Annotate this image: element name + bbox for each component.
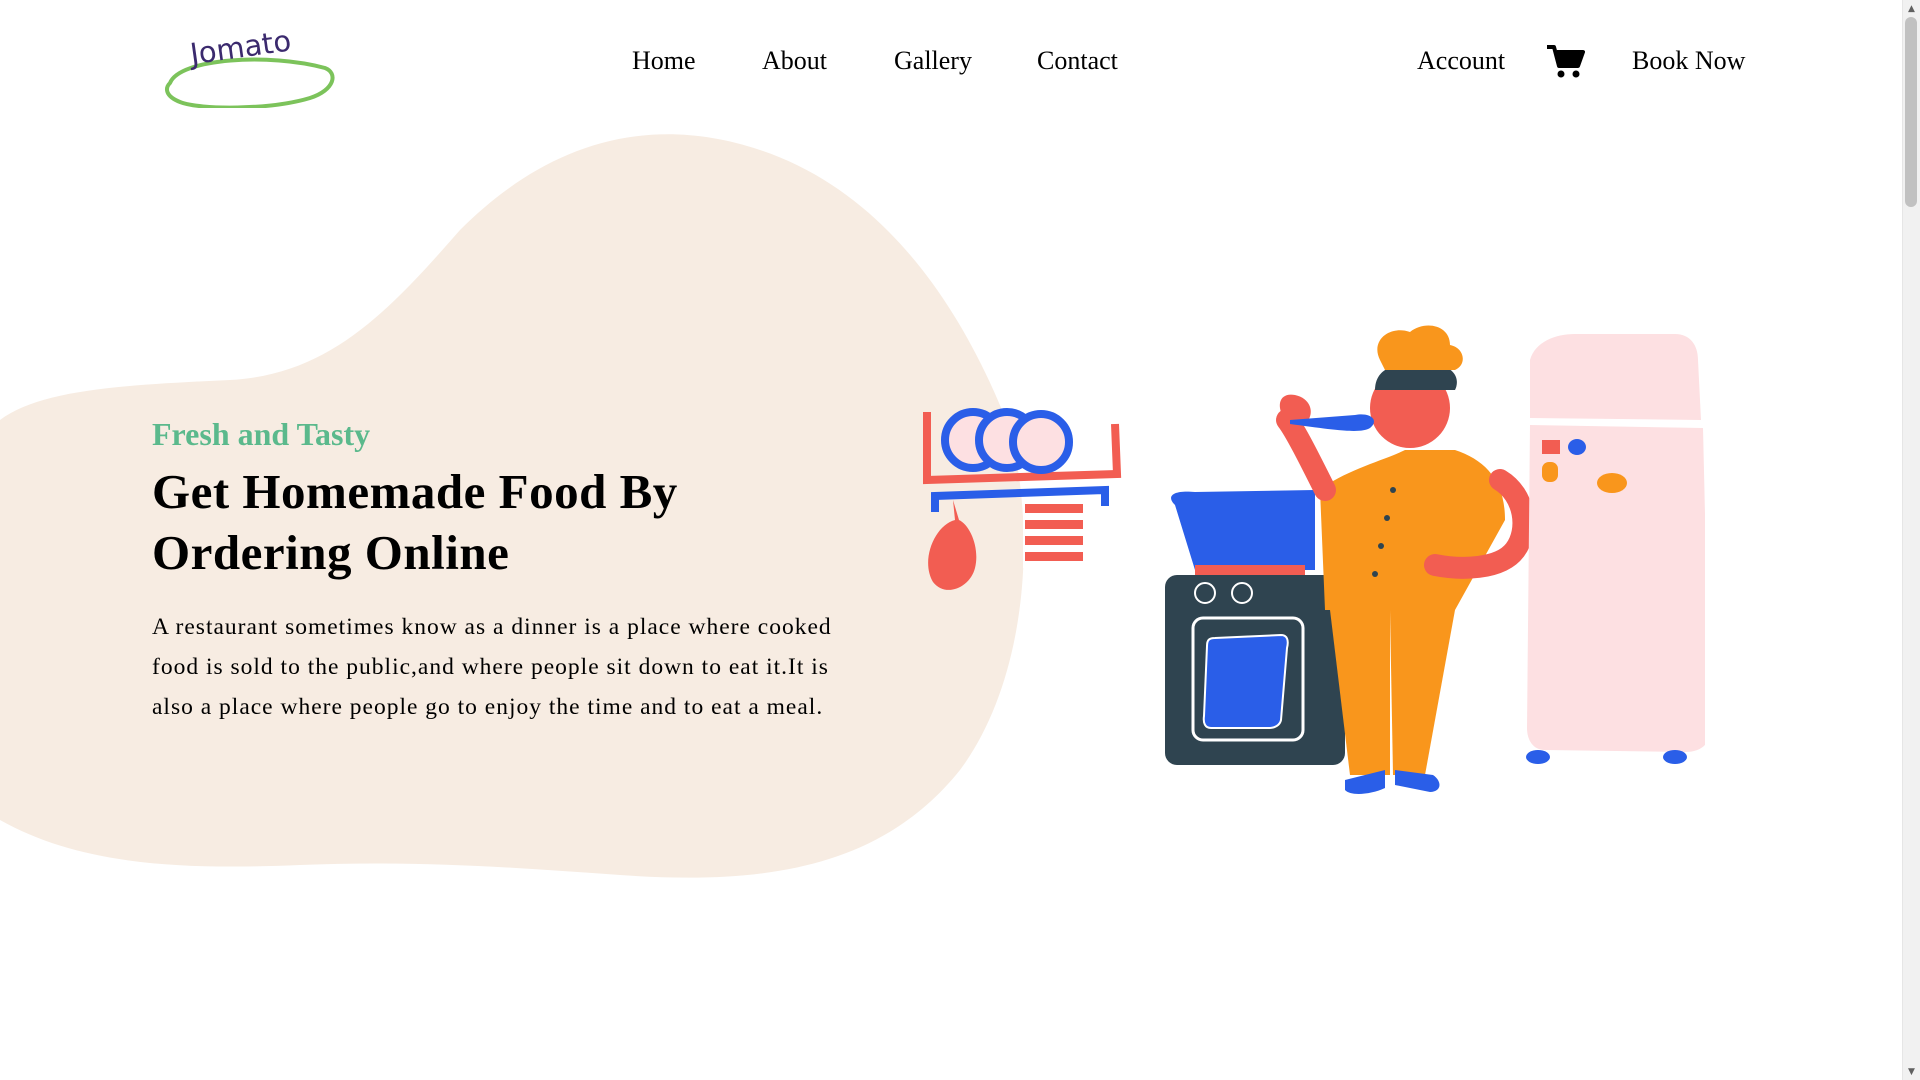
svg-text:Jomato: Jomato <box>186 23 293 71</box>
nav-contact-link[interactable]: Contact <box>1037 46 1118 76</box>
stove-illustration <box>1165 490 1345 765</box>
hero-description: A restaurant sometimes know as a dinner … <box>152 614 832 720</box>
dish-rack-illustration <box>923 408 1122 590</box>
nav-home-link[interactable]: Home <box>632 46 696 76</box>
nav-gallery-link[interactable]: Gallery <box>894 46 972 76</box>
nav-about-link[interactable]: About <box>762 46 827 76</box>
hero-text-block: Fresh and Tasty Get Homemade Food By Ord… <box>152 411 872 727</box>
scroll-down-arrow-icon[interactable]: ▼ <box>1903 1063 1920 1080</box>
hero-headline-line-1: Get Homemade Food By <box>152 464 678 519</box>
scroll-up-arrow-icon[interactable]: ▲ <box>1903 0 1920 17</box>
scrollbar-thumb[interactable] <box>1905 17 1917 207</box>
chef-kitchen-illustration <box>923 325 1705 794</box>
shopping-cart-icon[interactable] <box>1545 44 1585 80</box>
hero-headline: Get Homemade Food By Ordering Online <box>152 461 872 583</box>
fridge-illustration <box>1526 334 1705 764</box>
jomato-logo[interactable]: Jomato <box>160 18 340 108</box>
page-scrollbar[interactable]: ▲ ▼ <box>1902 0 1920 1080</box>
book-now-link[interactable]: Book Now <box>1632 46 1745 76</box>
hero-headline-line-2: Ordering Online <box>152 525 510 580</box>
hero-eyebrow: Fresh and Tasty <box>152 416 371 452</box>
nav-account-link[interactable]: Account <box>1417 46 1505 76</box>
